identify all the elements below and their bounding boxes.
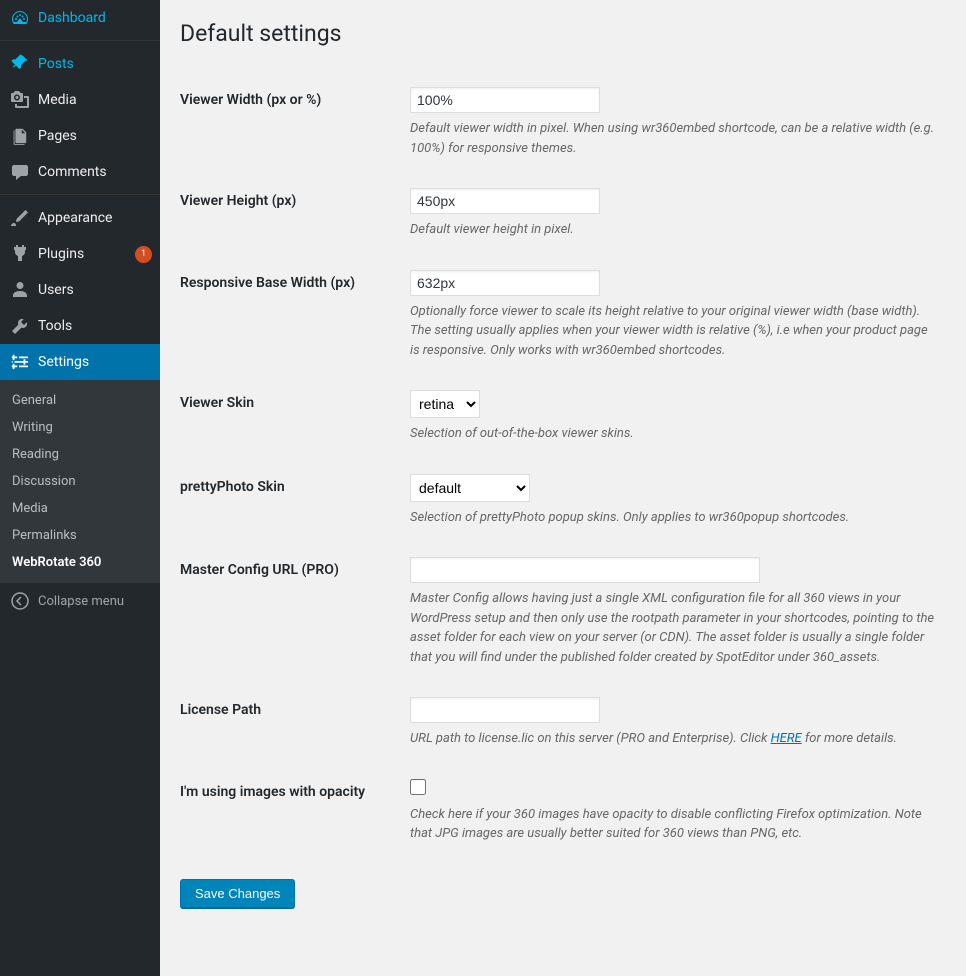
- submenu-discussion[interactable]: Discussion: [0, 468, 160, 495]
- input-viewer-height[interactable]: [410, 188, 600, 214]
- label-master-config: Master Config URL (PRO): [180, 542, 400, 682]
- media-icon: [10, 90, 30, 110]
- sidebar-label: Dashboard: [38, 10, 152, 26]
- desc-viewer-skin: Selection of out-of-the-box viewer skins…: [410, 424, 936, 444]
- input-master-config[interactable]: [410, 557, 760, 583]
- sidebar-label: Pages: [38, 128, 152, 144]
- checkbox-opacity[interactable]: [410, 779, 426, 795]
- active-arrow: [160, 354, 168, 370]
- submenu-webrotate360[interactable]: WebRotate 360: [0, 549, 160, 576]
- wrench-icon: [10, 316, 30, 336]
- desc-master-config: Master Config allows having just a singl…: [410, 589, 936, 667]
- update-badge: 1: [135, 246, 152, 263]
- select-viewer-skin[interactable]: retina: [410, 390, 480, 418]
- label-opacity: I'm using images with opacity: [180, 764, 400, 859]
- sidebar-label: Posts: [38, 56, 152, 72]
- sidebar-label: Users: [38, 282, 152, 298]
- input-license-path[interactable]: [410, 697, 600, 723]
- comments-icon: [10, 162, 30, 182]
- menu-separator: [0, 190, 160, 195]
- save-button[interactable]: Save Changes: [180, 879, 295, 908]
- sidebar-item-posts[interactable]: Posts: [0, 46, 160, 82]
- label-base-width: Responsive Base Width (px): [180, 255, 400, 376]
- sidebar-label: Settings: [38, 354, 152, 370]
- sidebar-label: Tools: [38, 318, 152, 334]
- collapse-label: Collapse menu: [38, 594, 124, 609]
- desc-base-width-1: Optionally force viewer to scale its hei…: [410, 302, 936, 322]
- license-here-link[interactable]: HERE: [771, 731, 802, 746]
- select-pretty-skin[interactable]: default: [410, 474, 530, 502]
- page-title: Default settings: [180, 20, 946, 47]
- sidebar-item-users[interactable]: Users: [0, 272, 160, 308]
- submenu-reading[interactable]: Reading: [0, 441, 160, 468]
- settings-form: Viewer Width (px or %) Default viewer wi…: [180, 72, 946, 859]
- main-content: Default settings Viewer Width (px or %) …: [160, 0, 966, 976]
- desc-license-path: URL path to license.lic on this server (…: [410, 729, 936, 749]
- desc-opacity: Check here if your 360 images have opaci…: [410, 805, 936, 844]
- admin-sidebar: Dashboard Posts Media Pages Comments App…: [0, 0, 160, 976]
- user-icon: [10, 280, 30, 300]
- pages-icon: [10, 126, 30, 146]
- collapse-menu[interactable]: Collapse menu: [0, 583, 160, 619]
- sidebar-item-settings[interactable]: Settings: [0, 344, 160, 380]
- input-viewer-width[interactable]: [410, 87, 600, 113]
- desc-base-width-2: The setting usually applies when your vi…: [410, 321, 936, 360]
- desc-viewer-height: Default viewer height in pixel.: [410, 220, 936, 240]
- label-viewer-skin: Viewer Skin: [180, 375, 400, 459]
- desc-pretty-skin: Selection of prettyPhoto popup skins. On…: [410, 508, 936, 528]
- sidebar-label: Appearance: [38, 210, 152, 226]
- sidebar-item-dashboard[interactable]: Dashboard: [0, 0, 160, 36]
- sidebar-label: Comments: [38, 164, 152, 180]
- submenu-media[interactable]: Media: [0, 495, 160, 522]
- submenu-permalinks[interactable]: Permalinks: [0, 522, 160, 549]
- sidebar-label: Media: [38, 92, 152, 108]
- sidebar-item-comments[interactable]: Comments: [0, 154, 160, 190]
- sliders-icon: [10, 352, 30, 372]
- sidebar-item-tools[interactable]: Tools: [0, 308, 160, 344]
- submenu-general[interactable]: General: [0, 387, 160, 414]
- label-pretty-skin: prettyPhoto Skin: [180, 459, 400, 543]
- sidebar-item-pages[interactable]: Pages: [0, 118, 160, 154]
- label-viewer-height: Viewer Height (px): [180, 173, 400, 255]
- settings-submenu: General Writing Reading Discussion Media…: [0, 380, 160, 583]
- sidebar-label: Plugins: [38, 246, 130, 262]
- dashboard-icon: [10, 8, 30, 28]
- input-base-width[interactable]: [410, 270, 600, 296]
- sidebar-item-plugins[interactable]: Plugins 1: [0, 236, 160, 272]
- sidebar-item-media[interactable]: Media: [0, 82, 160, 118]
- plugin-icon: [10, 244, 30, 264]
- sidebar-item-appearance[interactable]: Appearance: [0, 200, 160, 236]
- brush-icon: [10, 208, 30, 228]
- submenu-writing[interactable]: Writing: [0, 414, 160, 441]
- pin-icon: [10, 54, 30, 74]
- collapse-icon: [10, 591, 30, 611]
- label-license-path: License Path: [180, 682, 400, 764]
- desc-viewer-width: Default viewer width in pixel. When usin…: [410, 119, 936, 158]
- label-viewer-width: Viewer Width (px or %): [180, 72, 400, 173]
- menu-separator: [0, 36, 160, 41]
